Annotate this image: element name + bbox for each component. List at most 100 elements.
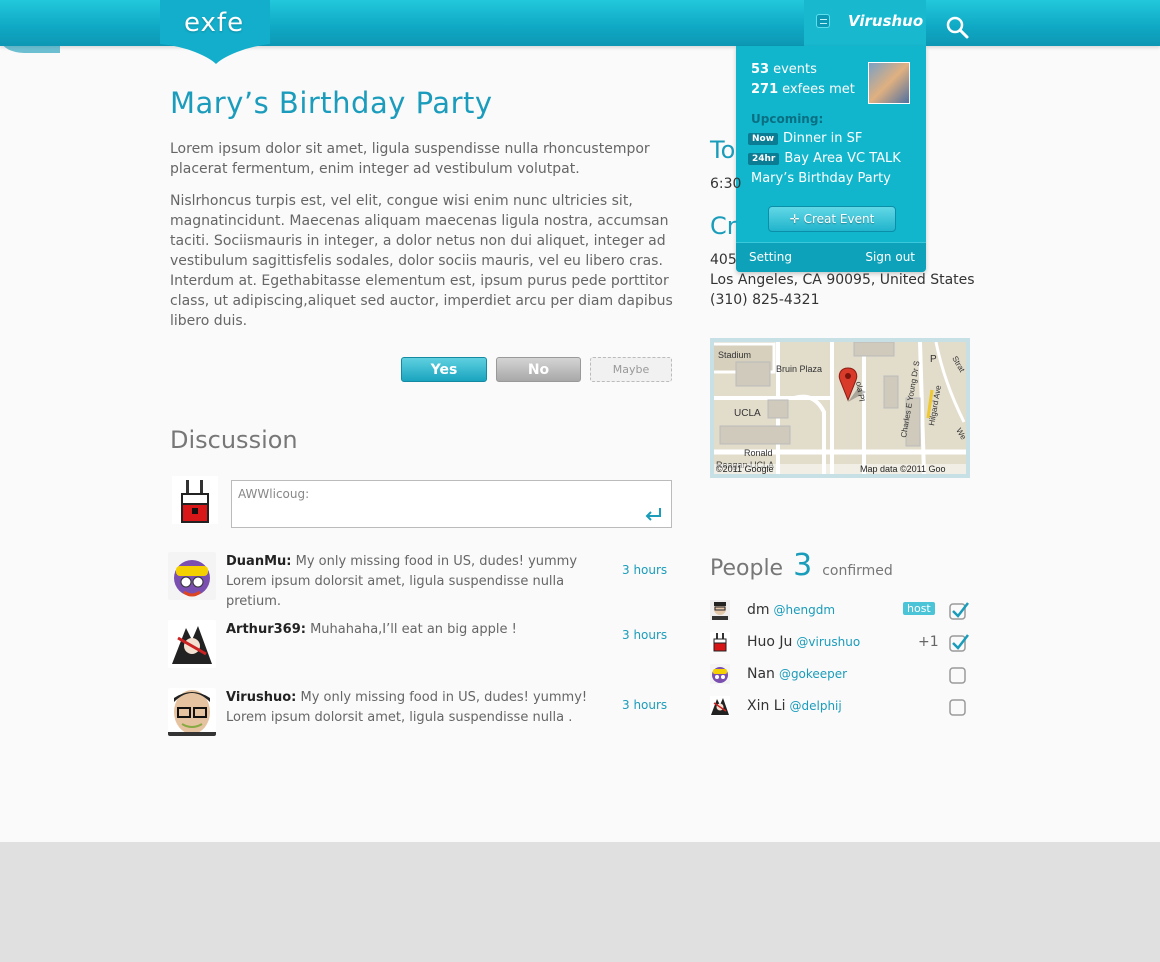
- post-time: 3 hours: [622, 628, 668, 642]
- person-avatar[interactable]: [710, 664, 730, 684]
- upcoming-event-item[interactable]: Now Dinner in SF: [748, 131, 862, 146]
- time-heading: To: [710, 136, 736, 164]
- create-event-button[interactable]: ✛ Creat Event: [768, 206, 896, 232]
- person-name: Xin Li @delphij: [747, 698, 842, 714]
- discussion-heading: Discussion: [170, 426, 298, 454]
- map-label: UCLA: [734, 408, 761, 419]
- event-time: 6:30: [710, 176, 742, 192]
- map-label: P: [930, 354, 937, 365]
- sign-out-link[interactable]: Sign out: [865, 250, 915, 264]
- menu-icon: [816, 14, 830, 28]
- exfees-count: 271: [751, 82, 779, 97]
- comment-placeholder: AWWlicoug:: [238, 487, 310, 501]
- person-handle[interactable]: @hengdm: [774, 603, 836, 617]
- rsvp-no-button[interactable]: No: [496, 357, 581, 382]
- post-text: DuanMu: My only missing food in US, dude…: [226, 552, 611, 612]
- person-name: Nan @gokeeper: [747, 666, 847, 682]
- people-header: People 3 confirmed: [710, 548, 893, 583]
- rsvp-yes-button[interactable]: Yes: [401, 357, 487, 382]
- location-map[interactable]: Stadium Bruin Plaza UCLA Ronald Reagan U…: [710, 338, 970, 478]
- person-row: Huo Ju @virushuo +1: [710, 632, 972, 656]
- person-avatar[interactable]: [710, 696, 730, 716]
- post-time: 3 hours: [622, 563, 668, 577]
- rsvp-maybe-button[interactable]: Maybe: [590, 357, 672, 382]
- person-handle[interactable]: @delphij: [790, 699, 842, 713]
- event-description-intro: Lorem ipsum dolor sit amet, ligula suspe…: [170, 141, 650, 177]
- address-line-2: Los Angeles, CA 90095, United States: [710, 272, 975, 288]
- upcoming-event-item[interactable]: 24hr Bay Area VC TALK: [748, 151, 901, 166]
- plus-icon: ✛: [789, 212, 804, 226]
- event-title: Bay Area VC TALK: [784, 151, 901, 166]
- person-handle[interactable]: @gokeeper: [779, 667, 847, 681]
- events-count: 53: [751, 62, 770, 77]
- confirmed-count: 3: [793, 548, 813, 583]
- event-description-body: Nislrhoncus turpis est, vel elit, congue…: [170, 193, 673, 329]
- exfees-stat[interactable]: 271 exfees met: [751, 82, 855, 97]
- enter-icon[interactable]: [645, 507, 663, 521]
- post-time: 3 hours: [622, 698, 668, 712]
- plus-guests: +1: [918, 634, 939, 650]
- map-label: Stadium: [718, 350, 751, 360]
- unconfirmed-checkbox-icon[interactable]: [948, 664, 970, 686]
- post-author-avatar[interactable]: [168, 688, 216, 736]
- person-display-name: Xin Li: [747, 698, 786, 714]
- user-menu-tab[interactable]: Virushuo: [804, 0, 926, 46]
- post-author-avatar[interactable]: [168, 552, 216, 600]
- place-heading: Cr: [710, 212, 737, 240]
- map-pin-icon: [838, 367, 866, 402]
- user-dropdown-panel: 53 events 271 exfees met Upcoming: Now Dinn…: [736, 46, 926, 272]
- search-icon[interactable]: [944, 14, 970, 40]
- phone-number: (310) 825-4321: [710, 292, 820, 308]
- events-label: events: [773, 62, 817, 77]
- host-badge: host: [903, 602, 935, 615]
- confirmed-label: confirmed: [822, 563, 893, 579]
- page-footer-band: [0, 842, 1160, 962]
- person-row: Nan @gokeeper: [710, 664, 972, 688]
- person-row: Xin Li @delphij: [710, 696, 972, 720]
- comment-input[interactable]: AWWlicoug:: [231, 480, 672, 528]
- events-stat[interactable]: 53 events: [751, 62, 817, 77]
- event-time-badge: Now: [748, 133, 779, 145]
- person-name: Huo Ju @virushuo: [747, 634, 860, 650]
- person-handle[interactable]: @virushuo: [796, 635, 860, 649]
- setting-link[interactable]: Setting: [749, 250, 792, 264]
- people-label: People: [710, 556, 784, 581]
- post-message: Muhahaha,I’ll eat an big apple !: [310, 622, 517, 637]
- confirmed-check-icon[interactable]: [948, 632, 970, 654]
- map-graphic: Stadium Bruin Plaza UCLA Ronald Reagan U…: [714, 342, 966, 474]
- event-time-badge: 24hr: [748, 153, 780, 165]
- upcoming-event-item[interactable]: Mary’s Birthday Party: [751, 171, 891, 186]
- unconfirmed-checkbox-icon[interactable]: [948, 696, 970, 718]
- my-avatar: [172, 476, 218, 524]
- map-attribution: ©2011 Google: [716, 464, 774, 474]
- post-author[interactable]: Arthur369:: [226, 622, 306, 637]
- user-name: Virushuo: [848, 12, 924, 30]
- event-title: Dinner in SF: [783, 131, 863, 146]
- user-avatar[interactable]: [868, 62, 910, 104]
- upcoming-label: Upcoming:: [751, 112, 824, 126]
- post-author[interactable]: Virushuo:: [226, 690, 296, 705]
- header-curve-decoration: [0, 40, 60, 53]
- address-line-1: 405: [710, 252, 737, 268]
- post-text: Virushuo: My only missing food in US, du…: [226, 688, 611, 728]
- map-label: Ronald: [744, 448, 773, 458]
- confirmed-check-icon[interactable]: [948, 600, 970, 622]
- create-event-label: Creat Event: [803, 212, 875, 226]
- person-display-name: dm: [747, 602, 770, 618]
- post-author-avatar[interactable]: [168, 620, 216, 668]
- exfees-label: exfees met: [782, 82, 855, 97]
- post-author[interactable]: DuanMu:: [226, 554, 291, 569]
- post-text: Arthur369: Muhahaha,I’ll eat an big appl…: [226, 620, 611, 640]
- exfe-logo[interactable]: exfe: [184, 8, 244, 38]
- panel-footer: Setting Sign out: [736, 242, 926, 272]
- map-attribution: Map data ©2011 Goo: [860, 464, 946, 474]
- person-row: dm @hengdm host: [710, 600, 972, 624]
- person-avatar[interactable]: [710, 632, 730, 652]
- event-title: Mary’s Birthday Party: [170, 86, 493, 120]
- map-label: Bruin Plaza: [776, 364, 822, 374]
- person-display-name: Nan: [747, 666, 775, 682]
- person-avatar[interactable]: [710, 600, 730, 620]
- person-display-name: Huo Ju: [747, 634, 793, 650]
- event-title: Mary’s Birthday Party: [751, 171, 891, 186]
- person-name: dm @hengdm: [747, 602, 835, 618]
